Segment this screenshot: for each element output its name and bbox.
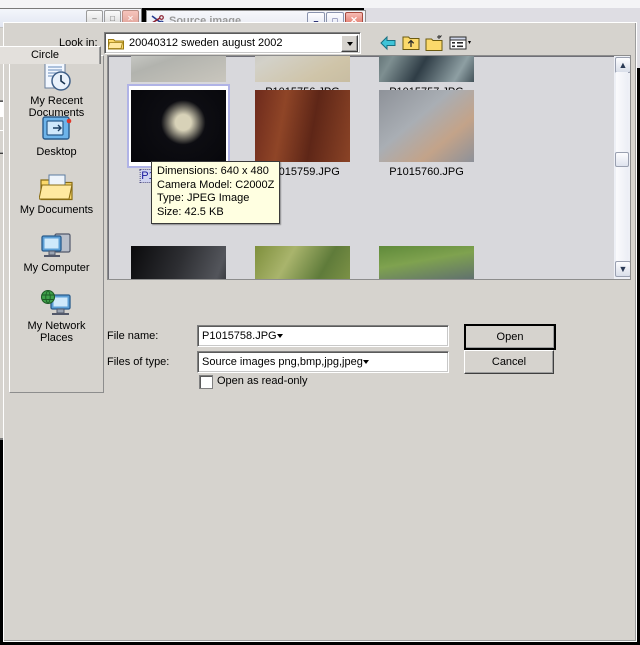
thumbnail-image <box>255 56 350 82</box>
cancel-button[interactable]: Cancel <box>464 350 554 374</box>
list-item[interactable]: P1015760.JPG <box>364 90 489 178</box>
scrollbar-track[interactable] <box>616 72 628 263</box>
recent-documents-icon <box>44 61 71 91</box>
desktop-icon <box>41 116 71 140</box>
background-app-canvas-top <box>0 0 640 8</box>
thumbnail-image <box>379 246 474 279</box>
thumbnail-image <box>379 90 474 162</box>
place-label: My Documents <box>19 204 94 216</box>
look-in-value: 20040312 sweden august 2002 <box>129 37 283 49</box>
places-bar: My Recent Documents Desktop My Documents… <box>9 55 104 393</box>
open-read-only-checkbox[interactable] <box>199 375 213 389</box>
create-new-folder-icon[interactable] <box>425 34 445 52</box>
place-label: Desktop <box>36 146 77 158</box>
look-in-combo[interactable]: 20040312 sweden august 2002 <box>104 32 361 54</box>
views-icon[interactable] <box>449 34 473 52</box>
tooltip-camera-model: Camera Model: C2000Z <box>157 178 275 191</box>
thumbnail-wrap <box>116 246 241 279</box>
tooltip-size: Size: 42.5 KB <box>157 205 224 218</box>
dialog-body: Look in: 20040312 sweden august 2002 My … <box>3 22 637 642</box>
thumbnail-wrap <box>364 246 489 279</box>
thumbnail-image <box>255 90 350 162</box>
place-my-recent-documents[interactable]: My Recent Documents <box>10 60 103 119</box>
folder-icon <box>108 38 124 49</box>
up-one-level-icon[interactable] <box>402 34 420 52</box>
list-item[interactable] <box>240 246 365 279</box>
thumbnail-image <box>131 56 226 82</box>
place-desktop[interactable]: Desktop <box>10 115 103 159</box>
thumbnail-image <box>255 246 350 279</box>
file-name-label-text: File name: <box>107 330 159 342</box>
thumbnail-wrap <box>127 84 230 168</box>
open-button[interactable]: Open <box>464 324 556 350</box>
place-label: My Computer <box>23 262 90 274</box>
vertical-scrollbar[interactable]: ▲ ▼ <box>614 56 630 279</box>
file-info-tooltip: Dimensions: 640 x 480 Camera Model: C200… <box>151 161 281 224</box>
thumbnail-image <box>379 56 474 82</box>
thumbnail-image <box>131 246 226 279</box>
files-of-type-value: Source images png,bmp,jpg,jpeg <box>202 356 363 368</box>
scrollbar-thumb[interactable] <box>615 152 629 167</box>
files-of-type-dropdown-arrow[interactable] <box>362 360 369 364</box>
tooltip-dimensions: Dimensions: 640 x 480 <box>157 165 269 177</box>
tooltip-type: Type: JPEG Image <box>157 192 250 204</box>
place-my-computer[interactable]: My Computer <box>10 231 103 275</box>
look-in-dropdown-arrow[interactable] <box>341 35 358 52</box>
thumbnail-wrap <box>240 90 365 162</box>
thumbnail-wrap <box>240 56 365 82</box>
back-icon[interactable] <box>378 34 398 52</box>
tab-circle[interactable]: Circle <box>0 46 101 64</box>
my-network-places-icon <box>40 289 71 315</box>
thumbnail-wrap <box>240 246 365 279</box>
place-label: My Network <box>27 320 86 332</box>
open-read-only-label: Open as read-only <box>217 375 308 387</box>
my-documents-icon <box>38 174 73 201</box>
thumbnail-wrap <box>116 56 241 82</box>
file-name-input[interactable]: P1015758.JPG <box>197 325 449 347</box>
place-my-network-places[interactable]: My Network Places <box>10 289 103 344</box>
file-name-dropdown-arrow[interactable] <box>276 334 283 338</box>
thumbnail-wrap <box>364 56 489 82</box>
files-of-type-label-text: Files of type: <box>107 356 170 368</box>
scroll-down-icon[interactable]: ▼ <box>615 261 630 277</box>
file-name-value: P1015758.JPG <box>202 330 277 342</box>
thumbnail-image <box>131 90 226 162</box>
place-label-2: Places <box>39 331 74 344</box>
place-label: My Recent <box>30 95 83 107</box>
my-computer-icon <box>40 233 71 257</box>
thumbnail-wrap <box>364 90 489 162</box>
list-item[interactable] <box>364 246 489 279</box>
list-item[interactable] <box>116 246 241 279</box>
scroll-up-icon[interactable]: ▲ <box>615 57 630 73</box>
file-name-label: P1015760.JPG <box>389 166 464 178</box>
place-my-documents[interactable]: My Documents <box>10 173 103 217</box>
files-of-type-combo[interactable]: Source images png,bmp,jpg,jpeg <box>197 351 449 373</box>
tab-circle-label: Circle <box>30 49 60 61</box>
